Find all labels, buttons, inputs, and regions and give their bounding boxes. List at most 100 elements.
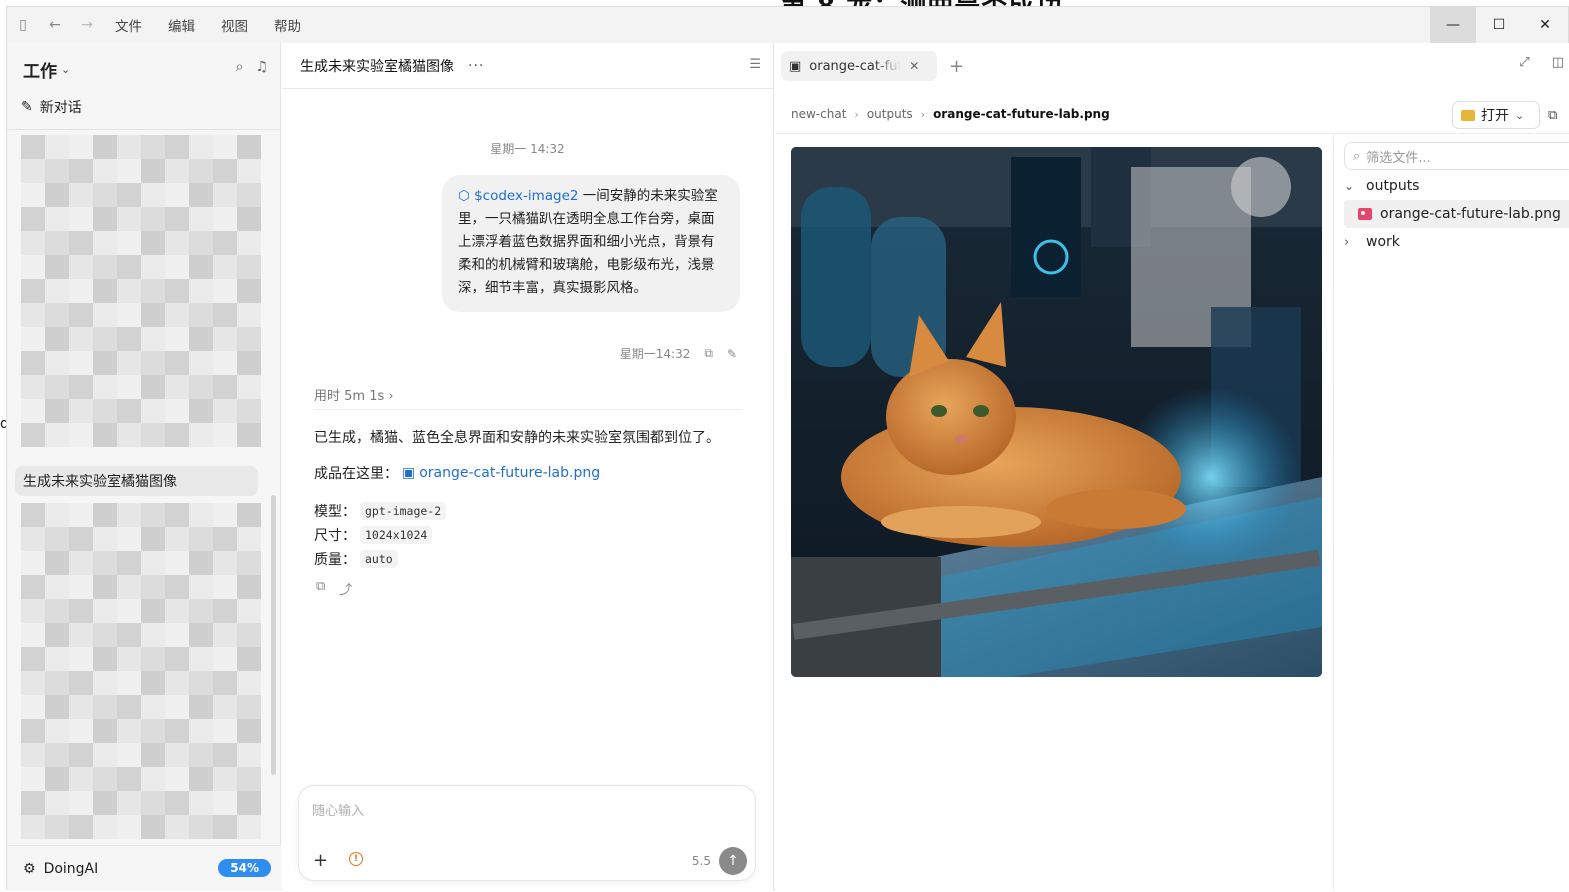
- redaction-block: [117, 743, 141, 767]
- tree-label: work: [1366, 234, 1400, 250]
- sidebar-item-active[interactable]: 生成未来实验室橘猫图像: [15, 466, 258, 496]
- user-message-bubble: ⬡ $codex-image2 一间安静的未来实验室里，一只橘猫趴在透明全息工作…: [442, 175, 740, 312]
- redaction-block: [213, 399, 237, 423]
- redaction-block: [237, 719, 261, 743]
- message-timestamp: 星期一 14:32: [490, 142, 565, 156]
- breadcrumb-item[interactable]: new-chat: [791, 107, 846, 121]
- spec-value: 1024x1024: [360, 526, 433, 544]
- redaction-block: [93, 279, 117, 303]
- redaction-block: [69, 327, 93, 351]
- redaction-block: [21, 743, 45, 767]
- spec-value: gpt-image-2: [360, 502, 447, 520]
- title-bar: ▯ ← → 文件 编辑 视图 帮助 — ☐ ✕: [7, 7, 1568, 43]
- expand-icon[interactable]: ⤢: [1519, 55, 1529, 70]
- redaction-block: [69, 527, 93, 551]
- maximize-button[interactable]: ☐: [1476, 7, 1522, 43]
- redaction-block: [189, 255, 213, 279]
- redaction-block: [93, 767, 117, 791]
- close-window-button[interactable]: ✕: [1522, 7, 1568, 43]
- redaction-block: [117, 767, 141, 791]
- output-file-link[interactable]: orange-cat-future-lab.png: [419, 465, 600, 481]
- duration-toggle[interactable]: 用时 5m 1s ›: [314, 385, 394, 404]
- menu-view[interactable]: 视图: [221, 15, 248, 35]
- redacted-history-top: [21, 135, 261, 455]
- redaction-block: [93, 423, 117, 447]
- redaction-block: [45, 327, 69, 351]
- redaction-block: [21, 231, 45, 255]
- composer[interactable]: 随心输入 + ! 5.5 ↑: [298, 785, 756, 881]
- spec-value: auto: [360, 550, 398, 568]
- tree-folder-work[interactable]: › work: [1344, 228, 1569, 256]
- open-with-button[interactable]: 打开 ⌄: [1452, 101, 1540, 129]
- forward-arrow-icon[interactable]: →: [71, 7, 103, 43]
- redaction-block: [69, 207, 93, 231]
- redaction-block: [213, 159, 237, 183]
- tree-file-image[interactable]: orange-cat-future-lab.png: [1344, 200, 1569, 228]
- redaction-block: [93, 599, 117, 623]
- redaction-block: [93, 791, 117, 815]
- redaction-block: [141, 231, 165, 255]
- new-chat-button[interactable]: ✎ 新对话: [21, 97, 82, 117]
- outline-icon[interactable]: ☰: [749, 57, 761, 72]
- redaction-block: [237, 375, 261, 399]
- account-footer[interactable]: ⚙ DoingAI 54%: [7, 845, 281, 891]
- breadcrumb-item[interactable]: outputs: [867, 107, 913, 121]
- redaction-block: [213, 575, 237, 599]
- model-version[interactable]: 5.5: [692, 854, 711, 868]
- redaction-block: [165, 503, 189, 527]
- minimize-button[interactable]: —: [1430, 7, 1476, 43]
- panel-toggle-icon[interactable]: ◫: [1552, 55, 1564, 70]
- redaction-block: [213, 423, 237, 447]
- redaction-block: [117, 399, 141, 423]
- redaction-block: [189, 647, 213, 671]
- warning-icon[interactable]: !: [349, 852, 363, 866]
- redaction-block: [93, 671, 117, 695]
- spec-key: 质量：: [314, 552, 356, 568]
- spec-row-model: 模型： gpt-image-2: [314, 501, 447, 521]
- redaction-block: [141, 695, 165, 719]
- sidebar: 工作 ⌄ ⌕ ♫ ✎ 新对话 生成未来实验室橘猫图像 ⚙ DoingAI 54%: [7, 43, 281, 891]
- chat-panel: 生成未来实验室橘猫图像 ··· ☰ 星期一 14:32 ⬡ $codex-ima…: [282, 43, 774, 891]
- redaction-block: [141, 719, 165, 743]
- redaction-block: [189, 159, 213, 183]
- redaction-block: [189, 815, 213, 839]
- bell-icon[interactable]: ♫: [255, 59, 268, 75]
- redaction-block: [237, 303, 261, 327]
- chat-title: 生成未来实验室橘猫图像: [300, 58, 454, 75]
- menu-help[interactable]: 帮助: [274, 15, 301, 35]
- close-tab-icon[interactable]: ✕: [909, 59, 919, 73]
- copy-answer-icon[interactable]: ⧉: [316, 579, 325, 598]
- workspace-switcher[interactable]: 工作 ⌄: [23, 57, 70, 82]
- redaction-block: [237, 399, 261, 423]
- menu-file[interactable]: 文件: [115, 15, 142, 35]
- file-filter-input[interactable]: ⌕ 筛选文件...: [1344, 142, 1569, 170]
- more-options-icon[interactable]: ···: [468, 58, 484, 74]
- redaction-block: [237, 623, 261, 647]
- redaction-block: [21, 695, 45, 719]
- redaction-block: [141, 503, 165, 527]
- new-tab-icon[interactable]: +: [949, 56, 964, 77]
- redaction-block: [141, 135, 165, 159]
- sidebar-scrollbar[interactable]: [271, 495, 276, 775]
- duration-label: 用时 5m 1s: [314, 389, 385, 404]
- copy-icon[interactable]: ⧉: [704, 346, 713, 361]
- edit-icon: ✎: [21, 99, 33, 115]
- file-tab[interactable]: ▣ orange-cat-future-lab.png ✕: [781, 51, 937, 81]
- tree-folder-outputs[interactable]: ⌄ outputs: [1344, 172, 1569, 200]
- spec-key: 模型：: [314, 504, 356, 520]
- edit-message-icon[interactable]: ✎: [727, 347, 737, 361]
- send-button[interactable]: ↑: [719, 847, 747, 875]
- copy-path-icon[interactable]: ⧉: [1548, 101, 1569, 129]
- share-icon[interactable]: ⤴: [339, 579, 352, 598]
- sidebar-toggle-icon[interactable]: ▯: [7, 7, 39, 43]
- user-message-time: 星期一14:32: [619, 347, 691, 361]
- add-attachment-icon[interactable]: +: [313, 850, 328, 871]
- redaction-block: [93, 503, 117, 527]
- back-arrow-icon[interactable]: ←: [39, 7, 71, 43]
- skill-tag[interactable]: ⬡ $codex-image2: [458, 188, 579, 204]
- composer-input[interactable]: 随心输入: [312, 800, 364, 819]
- search-icon[interactable]: ⌕: [236, 59, 244, 75]
- redaction-block: [165, 399, 189, 423]
- menu-edit[interactable]: 编辑: [168, 15, 195, 35]
- redaction-block: [45, 695, 69, 719]
